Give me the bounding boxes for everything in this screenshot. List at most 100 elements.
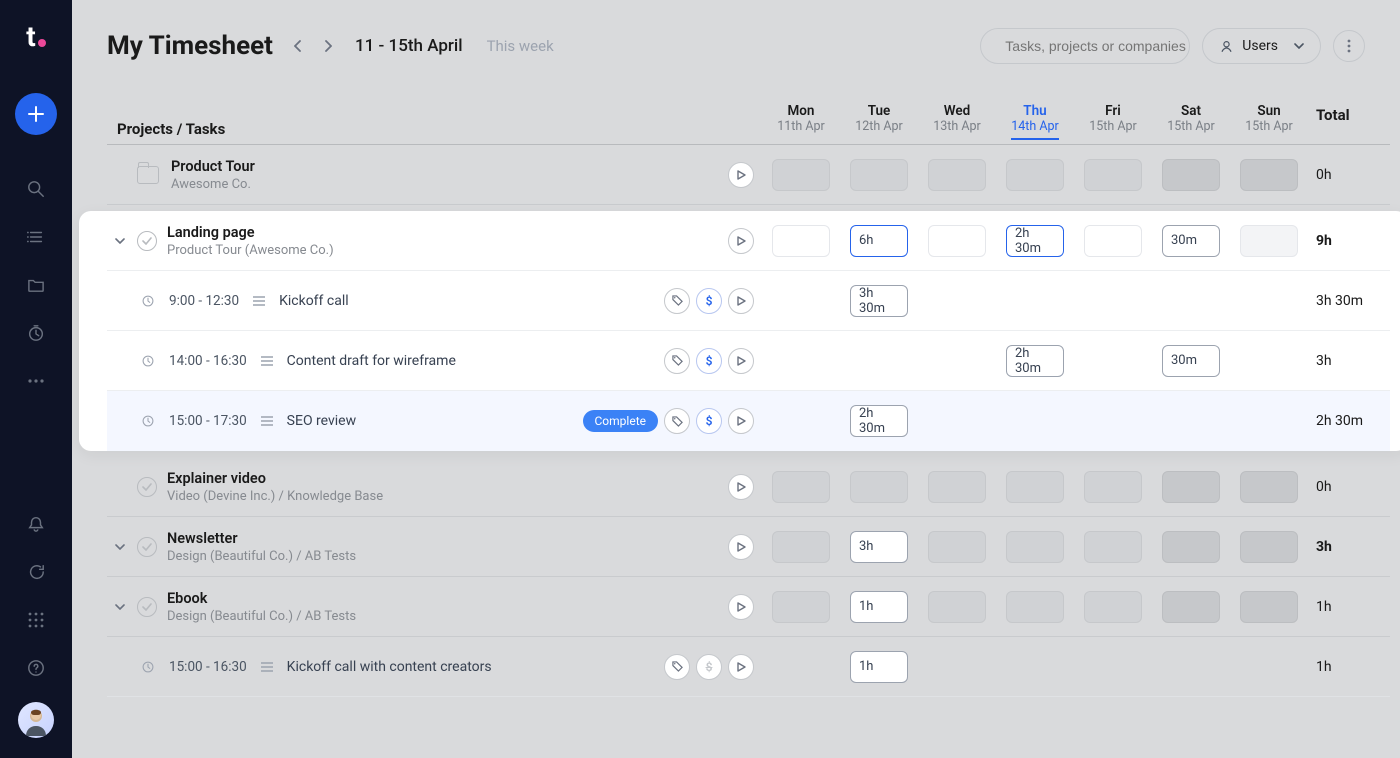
day-cell[interactable]: 2h 30m (996, 345, 1074, 377)
time-chip[interactable]: 2h 30m (1006, 345, 1064, 377)
time-chip[interactable]: 3h 30m (850, 285, 908, 317)
day-cell[interactable] (1074, 591, 1152, 623)
day-cell[interactable] (918, 159, 996, 191)
time-chip[interactable] (850, 471, 908, 503)
time-chip[interactable]: 2h 30m (1006, 225, 1064, 257)
day-cell[interactable] (1152, 591, 1230, 623)
day-cell[interactable] (918, 225, 996, 257)
day-cell[interactable]: 1h (840, 651, 918, 683)
day-cell[interactable] (1074, 159, 1152, 191)
day-cell[interactable] (762, 159, 840, 191)
billable-button[interactable]: $ (696, 654, 722, 680)
day-cell[interactable] (1152, 531, 1230, 563)
time-chip[interactable]: 1h (850, 651, 908, 683)
day-cell[interactable] (918, 405, 996, 437)
day-cell[interactable]: 6h (840, 225, 918, 257)
day-cell[interactable] (996, 651, 1074, 683)
time-chip[interactable] (928, 531, 986, 563)
time-chip[interactable] (1084, 531, 1142, 563)
nav-timer-icon[interactable] (26, 323, 46, 343)
day-cell[interactable] (1230, 159, 1308, 191)
day-cell[interactable] (762, 345, 840, 377)
day-cell[interactable] (996, 591, 1074, 623)
day-cell[interactable] (1230, 405, 1308, 437)
day-cell[interactable] (918, 531, 996, 563)
user-avatar[interactable] (18, 702, 54, 738)
time-chip[interactable] (1084, 471, 1142, 503)
day-cell[interactable] (762, 471, 840, 503)
day-cell[interactable]: 2h 30m (996, 225, 1074, 257)
day-cell[interactable] (918, 651, 996, 683)
prev-week-button[interactable] (289, 37, 307, 55)
time-chip[interactable] (772, 159, 830, 191)
time-chip[interactable] (1162, 471, 1220, 503)
time-chip[interactable] (1240, 225, 1298, 257)
day-cell[interactable] (840, 159, 918, 191)
day-cell[interactable] (1230, 225, 1308, 257)
tag-button[interactable] (664, 288, 690, 314)
time-chip[interactable] (1162, 531, 1220, 563)
day-cell[interactable]: 30m (1152, 345, 1230, 377)
billable-button[interactable]: $ (696, 408, 722, 434)
nav-chat-icon[interactable] (26, 562, 46, 582)
day-cell[interactable] (996, 405, 1074, 437)
play-button[interactable] (728, 654, 754, 680)
time-chip[interactable] (1006, 471, 1064, 503)
time-chip[interactable] (850, 159, 908, 191)
time-chip[interactable] (1084, 159, 1142, 191)
time-chip[interactable] (1240, 471, 1298, 503)
day-cell[interactable] (1074, 345, 1152, 377)
day-cell[interactable]: 3h 30m (840, 285, 918, 317)
time-chip[interactable] (1006, 531, 1064, 563)
time-chip[interactable] (1006, 159, 1064, 191)
nav-list-icon[interactable] (26, 227, 46, 247)
time-chip[interactable] (772, 531, 830, 563)
day-cell[interactable]: 2h 30m (840, 405, 918, 437)
day-cell[interactable] (996, 531, 1074, 563)
day-cell[interactable] (1074, 225, 1152, 257)
users-dropdown[interactable]: Users (1202, 28, 1321, 64)
time-chip[interactable] (1162, 159, 1220, 191)
time-chip[interactable] (772, 471, 830, 503)
time-chip[interactable] (928, 471, 986, 503)
expand-toggle[interactable] (113, 540, 127, 554)
nav-more-icon[interactable] (26, 371, 46, 391)
status-toggle[interactable] (137, 477, 157, 497)
day-cell[interactable] (1230, 591, 1308, 623)
search-box[interactable] (980, 28, 1190, 64)
play-button[interactable] (728, 288, 754, 314)
time-chip[interactable] (1240, 591, 1298, 623)
time-chip[interactable] (1084, 225, 1142, 257)
day-cell[interactable] (840, 471, 918, 503)
nav-grid-icon[interactable] (26, 610, 46, 630)
day-cell[interactable] (762, 591, 840, 623)
time-chip[interactable] (1084, 591, 1142, 623)
time-chip[interactable] (1162, 591, 1220, 623)
time-chip[interactable] (1006, 591, 1064, 623)
time-chip[interactable] (928, 159, 986, 191)
tag-button[interactable] (664, 408, 690, 434)
day-cell[interactable] (918, 591, 996, 623)
status-toggle[interactable] (137, 231, 157, 251)
day-cell[interactable] (1230, 651, 1308, 683)
day-cell[interactable] (1152, 285, 1230, 317)
day-cell[interactable] (1074, 651, 1152, 683)
search-input[interactable] (1005, 38, 1186, 54)
status-toggle[interactable] (137, 537, 157, 557)
day-cell[interactable] (1074, 285, 1152, 317)
day-cell[interactable] (1230, 285, 1308, 317)
play-button[interactable] (728, 162, 754, 188)
billable-button[interactable]: $ (696, 288, 722, 314)
play-button[interactable] (728, 408, 754, 434)
day-cell[interactable] (762, 531, 840, 563)
play-button[interactable] (728, 348, 754, 374)
time-chip[interactable] (1240, 159, 1298, 191)
status-toggle[interactable] (137, 597, 157, 617)
tag-button[interactable] (664, 348, 690, 374)
time-chip[interactable] (772, 225, 830, 257)
play-button[interactable] (728, 594, 754, 620)
time-chip[interactable]: 30m (1162, 225, 1220, 257)
day-cell[interactable] (762, 225, 840, 257)
day-cell[interactable] (1152, 471, 1230, 503)
day-cell[interactable] (1230, 471, 1308, 503)
